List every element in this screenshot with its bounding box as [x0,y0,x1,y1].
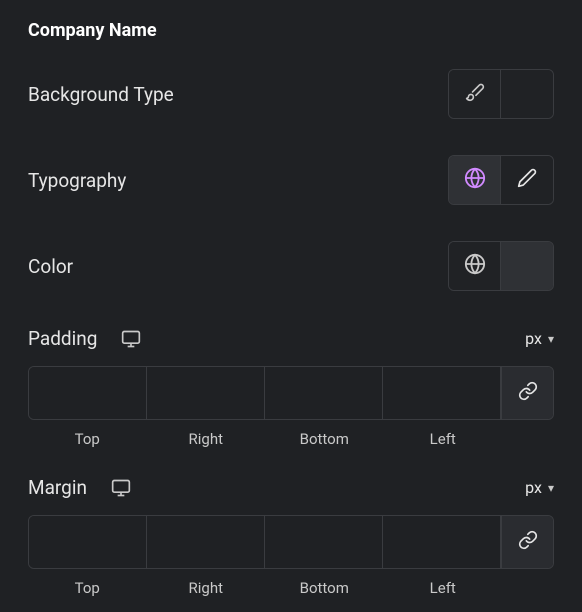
margin-link-button[interactable] [501,516,553,568]
padding-header: Padding px ▾ [28,327,554,350]
brush-icon [465,82,485,106]
margin-side-labels: Top Right Bottom Left [28,579,554,597]
padding-bottom-input[interactable] [265,367,383,419]
margin-top-input[interactable] [29,516,147,568]
typography-global-button[interactable] [449,156,501,204]
padding-left-input[interactable] [383,367,501,419]
margin-left-input[interactable] [383,516,501,568]
color-group [448,241,554,291]
padding-left-label: Left [384,430,503,448]
typography-group [448,155,554,205]
typography-label: Typography [28,169,126,192]
margin-unit-select[interactable]: px ▾ [525,478,554,497]
globe-icon [464,253,486,279]
margin-left-label: Left [384,579,503,597]
padding-top-input[interactable] [29,367,147,419]
color-label: Color [28,255,73,278]
color-row: Color [28,241,554,291]
padding-label: Padding [28,327,97,350]
padding-right-label: Right [147,430,266,448]
padding-unit-value: px [525,329,542,348]
typography-row: Typography [28,155,554,205]
background-gradient-button[interactable] [501,70,553,118]
background-type-group [448,69,554,119]
margin-bottom-input[interactable] [265,516,383,568]
pencil-icon [517,168,537,192]
margin-bottom-label: Bottom [265,579,384,597]
padding-side-labels: Top Right Bottom Left [28,430,554,448]
margin-inputs [28,515,554,569]
desktop-icon[interactable] [121,329,141,349]
margin-header: Margin px ▾ [28,476,554,499]
padding-top-label: Top [28,430,147,448]
typography-edit-button[interactable] [501,156,553,204]
margin-unit-value: px [525,478,542,497]
globe-icon [464,167,486,193]
chevron-down-icon: ▾ [548,332,554,346]
margin-right-label: Right [147,579,266,597]
background-type-label: Background Type [28,83,174,106]
link-icon [518,381,538,405]
desktop-icon[interactable] [111,478,131,498]
padding-unit-select[interactable]: px ▾ [525,329,554,348]
link-icon [518,530,538,554]
section-title: Company Name [28,20,554,41]
background-solid-button[interactable] [449,70,501,118]
padding-inputs [28,366,554,420]
margin-top-label: Top [28,579,147,597]
color-global-button[interactable] [449,242,501,290]
chevron-down-icon: ▾ [548,481,554,495]
margin-right-input[interactable] [147,516,265,568]
padding-right-input[interactable] [147,367,265,419]
margin-label: Margin [28,476,87,499]
padding-link-button[interactable] [501,367,553,419]
background-type-row: Background Type [28,69,554,119]
color-swatch-button[interactable] [501,242,553,290]
padding-bottom-label: Bottom [265,430,384,448]
